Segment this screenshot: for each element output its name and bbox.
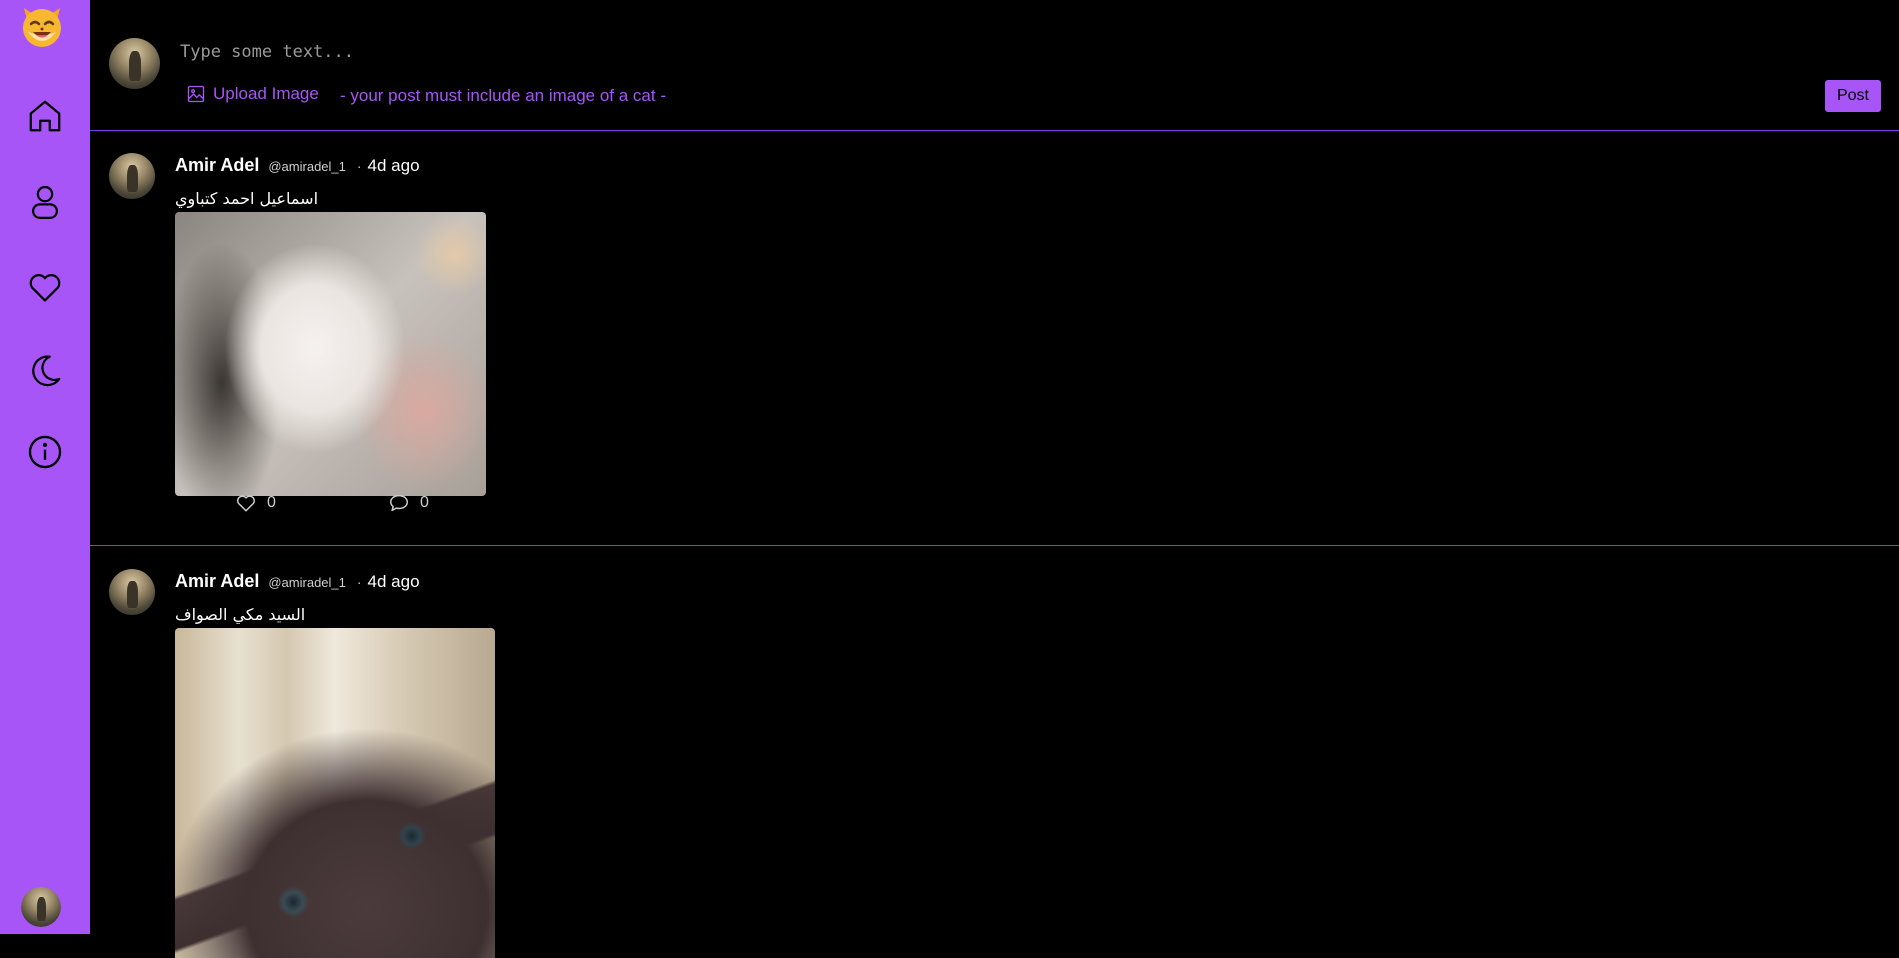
post-author-handle: @amiradel_1 bbox=[268, 159, 346, 174]
post-text: السيد مكي الصواف bbox=[175, 605, 306, 624]
post-author-handle: @amiradel_1 bbox=[268, 575, 346, 590]
post-button[interactable]: Post bbox=[1825, 80, 1881, 112]
main-feed: Upload Image - your post must include an… bbox=[90, 0, 1899, 958]
post-cat-image[interactable] bbox=[175, 628, 495, 958]
comment-count: 0 bbox=[420, 494, 429, 511]
nav-theme-toggle[interactable] bbox=[22, 348, 68, 394]
post-header: Amir Adel @amiradel_1 · 4d ago bbox=[175, 571, 420, 592]
nav-home[interactable] bbox=[22, 93, 68, 139]
post-composer: Upload Image - your post must include an… bbox=[90, 0, 1899, 131]
post-author-avatar[interactable] bbox=[109, 153, 155, 199]
post-timestamp: 4d ago bbox=[367, 572, 420, 591]
heart-icon bbox=[237, 495, 255, 512]
cat-requirement-notice: - your post must include an image of a c… bbox=[340, 86, 666, 105]
moon-icon bbox=[32, 355, 61, 387]
cat-logo-icon[interactable] bbox=[18, 2, 66, 50]
comment-button[interactable]: 0 bbox=[388, 492, 429, 514]
composer-avatar bbox=[109, 38, 160, 89]
user-icon bbox=[32, 185, 58, 219]
post-author-avatar[interactable] bbox=[109, 569, 155, 615]
like-count: 0 bbox=[267, 494, 276, 511]
header-separator: · bbox=[356, 574, 362, 590]
upload-image-button[interactable]: Upload Image bbox=[186, 84, 319, 104]
comment-icon bbox=[390, 494, 408, 512]
post-timestamp: 4d ago bbox=[367, 156, 420, 175]
post-text: اسماعيل احمد كتباوي bbox=[175, 189, 319, 208]
post-item: Amir Adel @amiradel_1 · 4d ago اسماعيل ا… bbox=[90, 131, 1899, 546]
header-separator: · bbox=[356, 158, 362, 174]
heart-icon bbox=[29, 274, 61, 302]
sidebar bbox=[0, 0, 90, 934]
nav-about[interactable] bbox=[22, 429, 68, 475]
nav-likes[interactable] bbox=[22, 264, 68, 310]
post-author-name[interactable]: Amir Adel bbox=[175, 571, 259, 592]
post-cat-image[interactable] bbox=[175, 212, 486, 496]
upload-image-label: Upload Image bbox=[213, 84, 319, 103]
like-button[interactable]: 0 bbox=[235, 492, 276, 514]
info-icon bbox=[28, 435, 62, 469]
current-user-avatar[interactable] bbox=[21, 887, 61, 927]
nav-profile[interactable] bbox=[22, 179, 68, 225]
post-item: Amir Adel @amiradel_1 · 4d ago السيد مكي… bbox=[90, 547, 1899, 958]
post-text-input[interactable] bbox=[178, 38, 1082, 66]
post-author-name[interactable]: Amir Adel bbox=[175, 155, 259, 176]
home-icon bbox=[29, 100, 61, 132]
post-header: Amir Adel @amiradel_1 · 4d ago bbox=[175, 155, 420, 176]
image-icon bbox=[187, 85, 205, 103]
